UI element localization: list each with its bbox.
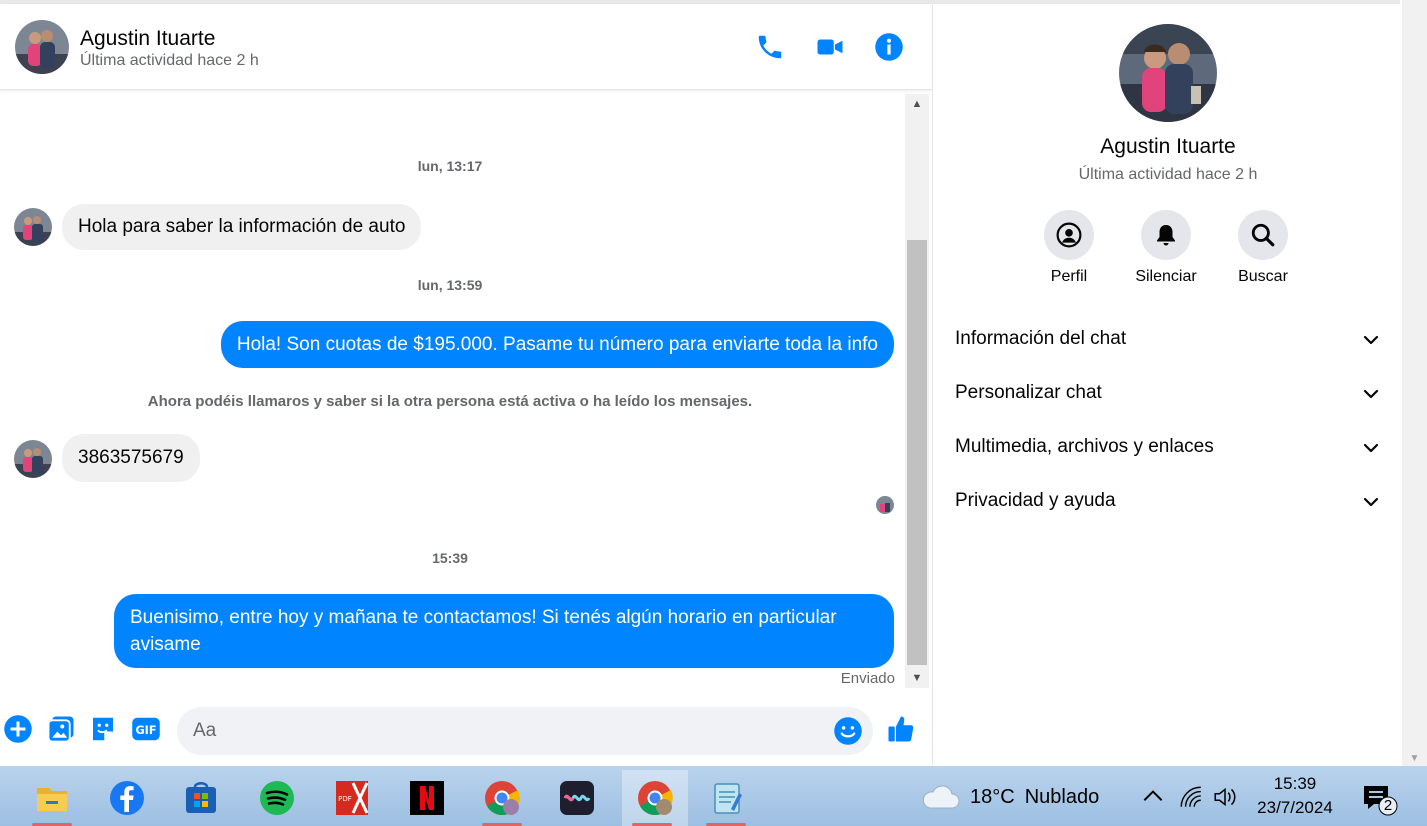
like-icon[interactable] (886, 714, 916, 744)
mute-label: Silenciar (1135, 268, 1197, 285)
chrome-icon[interactable] (472, 770, 532, 826)
section-label: Personalizar chat (955, 382, 1102, 403)
chevron-down-icon (1363, 497, 1379, 507)
svg-text:GIF: GIF (135, 724, 156, 737)
scroll-up-arrow[interactable]: ▲ (905, 94, 929, 114)
chrome-icon[interactable] (622, 770, 688, 826)
read-receipt-avatar (876, 496, 894, 514)
message-line: Buenisimo, entre hoy y mañana te contact… (130, 607, 837, 628)
weather-temp: 18°C (970, 785, 1015, 808)
chat-header: Agustin Ituarte Última actividad hace 2 … (0, 4, 932, 90)
outgoing-message[interactable]: Hola! Son cuotas de $195.000. Pasame tu … (220, 321, 894, 368)
activity-notice: Ahora podéis llamaros y saber si la otra… (147, 393, 753, 410)
notification-count: 2 (1383, 797, 1393, 814)
netflix-icon[interactable] (397, 770, 457, 826)
plus-icon[interactable] (3, 714, 33, 744)
contact-name[interactable]: Agustin Ituarte (80, 27, 215, 51)
info-icon[interactable] (874, 32, 904, 62)
search-button[interactable]: Buscar (1215, 210, 1311, 286)
clock-date: 23/7/2024 (1257, 798, 1333, 817)
chevron-down-icon (1363, 389, 1379, 399)
bell-icon (1141, 210, 1191, 260)
profile-icon (1044, 210, 1094, 260)
pdf-icon[interactable]: PDF (322, 770, 382, 826)
gif-icon[interactable]: GIF (131, 714, 161, 744)
sent-status: Enviado (840, 670, 895, 687)
svg-text:PDF: PDF (338, 795, 352, 803)
incoming-message[interactable]: 3863575679 (62, 434, 200, 482)
speaker-icon[interactable] (1212, 784, 1238, 810)
mute-button[interactable]: Silenciar (1118, 210, 1214, 286)
image-icon[interactable] (46, 714, 76, 744)
profile-button[interactable]: Perfil (1021, 210, 1117, 286)
notification-center[interactable]: 2 (1360, 782, 1400, 816)
search-label: Buscar (1238, 268, 1288, 285)
chevron-down-icon (1363, 335, 1379, 345)
facebook-icon[interactable] (97, 770, 157, 826)
page-scrollbar[interactable]: ▼ (1402, 0, 1427, 766)
profile-name: Agustin Ituarte (1100, 135, 1236, 158)
microsoft-store-icon[interactable] (171, 770, 231, 826)
wave-app-icon[interactable] (547, 770, 607, 826)
sticker-icon[interactable] (88, 714, 118, 744)
composer: GIF (0, 700, 932, 762)
section-label: Información del chat (955, 328, 1127, 349)
conversation-info-panel: Agustin Ituarte Última actividad hace 2 … (932, 4, 1402, 766)
scroll-down-arrow[interactable]: ▼ (1402, 753, 1427, 764)
windows-taskbar: PDF 18°C Nublado 15:39 23/7/2024 2 (0, 766, 1427, 826)
message-line: avisame (130, 634, 201, 655)
outgoing-message[interactable]: Buenisimo, entre hoy y mañana te contact… (114, 594, 894, 668)
weather-widget[interactable]: 18°C Nublado (920, 782, 1099, 812)
chat-pane: Agustin Ituarte Última actividad hace 2 … (0, 4, 932, 766)
incoming-message[interactable]: Hola para saber la información de auto (62, 204, 422, 250)
chat-scrollbar[interactable]: ▲ ▼ (905, 94, 929, 688)
message-input[interactable] (193, 707, 823, 755)
section-customize-chat[interactable]: Personalizar chat (955, 374, 1385, 414)
contact-status: Última actividad hace 2 h (80, 52, 259, 69)
scroll-down-arrow[interactable]: ▼ (905, 668, 929, 688)
file-explorer-icon[interactable] (22, 770, 82, 826)
weather-desc: Nublado (1024, 785, 1100, 808)
notepad-icon[interactable] (696, 770, 756, 826)
spotify-icon[interactable] (247, 770, 307, 826)
section-media-files-links[interactable]: Multimedia, archivos y enlaces (955, 428, 1385, 468)
emoji-icon[interactable] (833, 716, 863, 746)
chevron-down-icon (1363, 443, 1379, 453)
profile-status: Última actividad hace 2 h (1078, 166, 1258, 183)
section-privacy-help[interactable]: Privacidad y ayuda (955, 482, 1385, 522)
sender-avatar (14, 208, 52, 246)
section-label: Multimedia, archivos y enlaces (955, 436, 1214, 457)
contact-avatar[interactable] (15, 20, 69, 74)
message-input-box[interactable] (177, 707, 873, 755)
clock-time: 15:39 (1273, 774, 1317, 793)
profile-avatar[interactable] (1119, 24, 1217, 122)
profile-label: Perfil (1050, 268, 1088, 285)
timestamp: 15:39 (432, 550, 468, 566)
scroll-thumb[interactable] (907, 240, 927, 665)
system-clock[interactable]: 15:39 23/7/2024 (1250, 772, 1340, 820)
chevron-up-icon[interactable] (1140, 784, 1166, 810)
notification-icon (1364, 786, 1398, 816)
messenger-window: Agustin Ituarte Última actividad hace 2 … (0, 0, 1427, 826)
sender-avatar (14, 440, 52, 478)
cloud-icon (922, 785, 960, 809)
wifi-icon[interactable] (1178, 784, 1204, 810)
search-icon (1238, 210, 1288, 260)
section-label: Privacidad y ayuda (955, 490, 1116, 511)
timestamp: lun, 13:17 (417, 158, 483, 174)
timestamp: lun, 13:59 (417, 277, 483, 293)
phone-icon[interactable] (755, 32, 785, 62)
video-icon[interactable] (815, 32, 845, 62)
message-list: lun, 13:17 Hola para saber la informació… (0, 92, 905, 688)
section-chat-info[interactable]: Información del chat (955, 320, 1385, 360)
